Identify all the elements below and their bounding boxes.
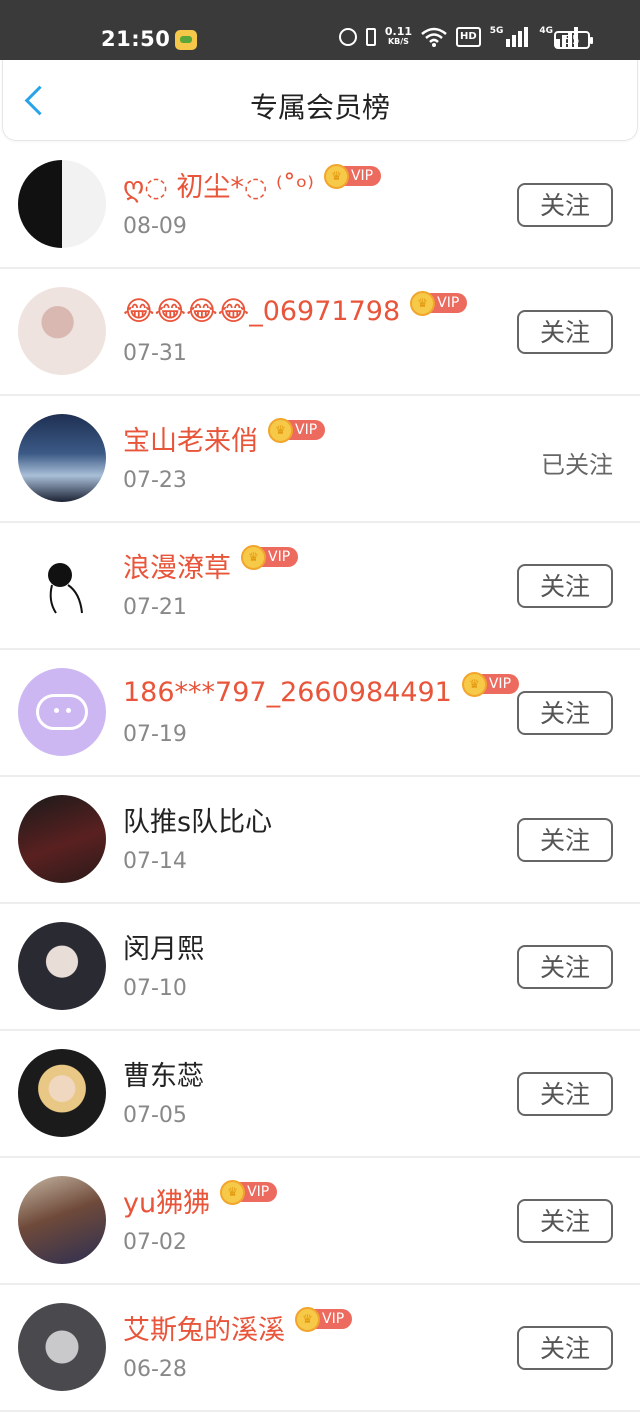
member-name[interactable]: 浪漫潦草 bbox=[123, 546, 231, 585]
wifi-icon bbox=[421, 26, 447, 48]
name-line: ღ◌ 初尘*◌ ⁽˚ᵒ⁾ ♛ VIP bbox=[123, 163, 382, 204]
hd-icon: HD bbox=[456, 27, 481, 47]
name-line: 闵月熙 bbox=[123, 926, 204, 966]
network-speed-value: 0.11 bbox=[384, 25, 413, 38]
follow-button[interactable]: 关注 bbox=[517, 1199, 613, 1243]
member-name[interactable]: 宝山老来俏 bbox=[123, 419, 258, 458]
follow-button[interactable]: 关注 bbox=[517, 1326, 613, 1370]
follow-button[interactable]: 关注 bbox=[517, 818, 613, 862]
follow-button[interactable]: 关注 bbox=[517, 564, 613, 608]
member-name[interactable]: 曹东蕊 bbox=[123, 1054, 204, 1093]
crown-icon: ♛ bbox=[241, 544, 266, 570]
name-line: 队推s队比心 bbox=[123, 799, 272, 839]
chat-bubble-icon bbox=[36, 694, 88, 730]
avatar[interactable] bbox=[18, 414, 106, 502]
member-name[interactable]: 186***797_2660984491 bbox=[123, 677, 452, 708]
eye-icon bbox=[54, 708, 59, 713]
status-icons: 0.11 KB/S HD 5G 4G bbox=[338, 26, 580, 48]
list-item[interactable]: 186***797_2660984491 ♛ VIP 07-19 关注 bbox=[0, 650, 640, 777]
network-type-1: 5G bbox=[489, 26, 504, 36]
list-item[interactable]: 队推s队比心 07-14 关注 bbox=[0, 777, 640, 904]
member-name[interactable]: 😂😂😂😂_06971798 bbox=[123, 296, 400, 327]
follow-button[interactable]: 关注 bbox=[517, 1072, 613, 1116]
join-date: 07-02 bbox=[123, 1230, 187, 1255]
member-name[interactable]: 艾斯兔的溪溪 bbox=[123, 1308, 285, 1347]
list-item[interactable]: 浪漫潦草 ♛ VIP 07-21 关注 bbox=[0, 523, 640, 650]
join-date: 07-21 bbox=[123, 595, 187, 620]
follow-button[interactable]: 关注 bbox=[517, 691, 613, 735]
avatar[interactable] bbox=[18, 795, 106, 883]
join-date: 07-14 bbox=[123, 849, 187, 874]
signal-icon-1 bbox=[506, 26, 530, 48]
network-speed-unit: KB/S bbox=[387, 37, 409, 46]
app-notification-icon bbox=[175, 30, 197, 50]
followed-status[interactable]: 已关注 bbox=[541, 445, 613, 480]
avatar[interactable] bbox=[18, 287, 106, 375]
vip-badge: ♛ VIP bbox=[268, 417, 326, 443]
name-line: 😂😂😂😂_06971798 ♛ VIP bbox=[123, 290, 468, 331]
member-name[interactable]: 闵月熙 bbox=[123, 927, 204, 966]
crown-icon: ♛ bbox=[410, 290, 436, 316]
join-date: 07-31 bbox=[123, 341, 187, 366]
avatar[interactable] bbox=[18, 541, 106, 629]
vibrate-icon bbox=[365, 28, 376, 46]
crown-icon: ♛ bbox=[461, 671, 487, 697]
network-speed: 0.11 KB/S bbox=[385, 26, 412, 48]
list-item[interactable]: 😂😂😂😂_06971798 ♛ VIP 07-31 关注 bbox=[0, 269, 640, 396]
crown-icon: ♛ bbox=[323, 163, 349, 189]
name-line: yu狒狒 ♛ VIP bbox=[123, 1179, 278, 1220]
name-line: 宝山老来俏 ♛ VIP bbox=[123, 417, 326, 458]
sketch-figure bbox=[48, 563, 83, 614]
status-bar: 21:50 0.11 KB/S HD 5G 4G 55 bbox=[0, 0, 640, 60]
join-date: 08-09 bbox=[123, 214, 187, 239]
vip-badge: ♛ VIP bbox=[241, 544, 299, 570]
page-title: 专属会员榜 bbox=[249, 91, 390, 124]
member-name[interactable]: ღ◌ 初尘*◌ ⁽˚ᵒ⁾ bbox=[123, 165, 314, 204]
follow-button[interactable]: 关注 bbox=[517, 945, 613, 989]
vip-badge: ♛ VIP bbox=[323, 163, 382, 189]
clock: 21:50 bbox=[101, 27, 171, 51]
alarm-icon bbox=[338, 28, 357, 46]
name-line: 浪漫潦草 ♛ VIP bbox=[123, 544, 299, 585]
join-date: 07-05 bbox=[123, 1103, 187, 1128]
vip-badge: ♛ VIP bbox=[410, 290, 468, 316]
list-item[interactable]: 艾斯兔的溪溪 ♛ VIP 06-28 关注 bbox=[0, 1285, 640, 1412]
member-name[interactable]: yu狒狒 bbox=[123, 1181, 210, 1220]
list-item[interactable]: 闵月熙 07-10 关注 bbox=[0, 904, 640, 1031]
crown-icon: ♛ bbox=[268, 417, 293, 443]
name-line: 186***797_2660984491 ♛ VIP bbox=[123, 671, 520, 712]
avatar[interactable] bbox=[18, 1176, 106, 1264]
list-item[interactable]: 曹东蕊 07-05 关注 bbox=[0, 1031, 640, 1158]
join-date: 07-10 bbox=[123, 976, 187, 1001]
list-item[interactable]: 宝山老来俏 ♛ VIP 07-23 已关注 bbox=[0, 396, 640, 523]
member-list: ღ◌ 初尘*◌ ⁽˚ᵒ⁾ ♛ VIP 08-09 关注 😂😂😂😂_06971798 ♛ VIP… bbox=[0, 142, 640, 1412]
vip-badge: ♛ VIP bbox=[295, 1306, 353, 1332]
avatar[interactable] bbox=[18, 668, 106, 756]
list-item[interactable]: ღ◌ 初尘*◌ ⁽˚ᵒ⁾ ♛ VIP 08-09 关注 bbox=[0, 142, 640, 269]
avatar[interactable] bbox=[18, 1303, 106, 1391]
avatar[interactable] bbox=[18, 160, 106, 248]
follow-button[interactable]: 关注 bbox=[517, 183, 613, 227]
join-date: 07-19 bbox=[123, 722, 187, 747]
vip-badge: ♛ VIP bbox=[461, 671, 520, 697]
network-type-2: 4G bbox=[539, 26, 553, 36]
avatar[interactable] bbox=[18, 1049, 106, 1137]
header-bar: 专属会员榜 bbox=[2, 60, 638, 141]
follow-button[interactable]: 关注 bbox=[517, 310, 613, 354]
avatar[interactable] bbox=[18, 922, 106, 1010]
crown-icon: ♛ bbox=[295, 1306, 320, 1332]
eye-icon bbox=[66, 708, 71, 713]
member-name[interactable]: 队推s队比心 bbox=[123, 800, 272, 839]
battery-icon: 55 bbox=[554, 31, 593, 49]
name-line: 艾斯兔的溪溪 ♛ VIP bbox=[123, 1306, 353, 1347]
join-date: 06-28 bbox=[123, 1357, 187, 1382]
vip-badge: ♛ VIP bbox=[220, 1179, 278, 1205]
join-date: 07-23 bbox=[123, 468, 187, 493]
crown-icon: ♛ bbox=[220, 1179, 246, 1205]
list-item[interactable]: yu狒狒 ♛ VIP 07-02 关注 bbox=[0, 1158, 640, 1285]
name-line: 曹东蕊 bbox=[123, 1053, 204, 1093]
